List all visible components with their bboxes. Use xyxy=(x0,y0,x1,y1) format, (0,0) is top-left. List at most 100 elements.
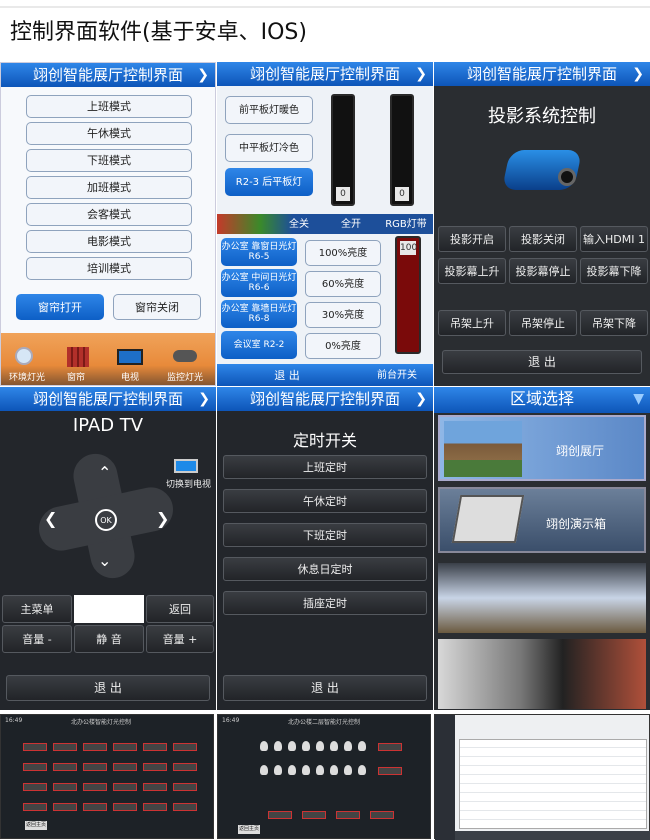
control-button[interactable] xyxy=(113,803,137,811)
control-button[interactable] xyxy=(23,743,47,751)
volume-down-button[interactable]: 音量 - xyxy=(2,625,72,653)
bulb-icon[interactable] xyxy=(260,741,268,751)
bulb-icon[interactable] xyxy=(288,765,296,775)
chevron-right-icon[interactable]: ❯ xyxy=(415,387,427,411)
brightness-button[interactable]: 30%亮度 xyxy=(305,302,381,328)
front-desk-switch[interactable]: 前台开关 xyxy=(367,364,427,386)
timer-item[interactable]: 休息日定时 xyxy=(223,557,427,581)
control-button[interactable] xyxy=(23,763,47,771)
chevron-right-icon[interactable]: ❯ xyxy=(198,387,210,411)
bulb-icon[interactable] xyxy=(330,765,338,775)
mode-button[interactable]: 下班模式 xyxy=(26,149,192,172)
bulb-icon[interactable] xyxy=(344,741,352,751)
bulb-icon[interactable] xyxy=(288,741,296,751)
lamp-icon[interactable] xyxy=(15,347,33,365)
all-off-button[interactable]: 全关 xyxy=(279,214,319,234)
tab-label[interactable]: 窗帘 xyxy=(67,370,85,383)
control-button[interactable] xyxy=(173,803,197,811)
room-button[interactable]: 办公室 靠墙日光灯 R6-8 xyxy=(221,300,297,328)
control-button[interactable] xyxy=(143,763,167,771)
chevron-right-icon[interactable]: ❯ xyxy=(632,62,644,86)
volume-up-button[interactable]: 音量 + xyxy=(146,625,214,653)
control-button[interactable] xyxy=(113,743,137,751)
bulb-icon[interactable] xyxy=(260,765,268,775)
control-button[interactable] xyxy=(113,783,137,791)
control-button[interactable] xyxy=(336,811,360,819)
exit-button[interactable]: 退 出 xyxy=(6,675,210,701)
main-menu-button[interactable]: 主菜单 xyxy=(2,595,72,623)
all-on-button[interactable]: 全开 xyxy=(331,214,371,234)
home-button[interactable]: 返回主页 xyxy=(25,821,47,830)
control-button[interactable] xyxy=(143,743,167,751)
control-button[interactable] xyxy=(143,803,167,811)
projector-control-button[interactable]: 吊架停止 xyxy=(509,310,577,336)
projector-control-button[interactable]: 投影开启 xyxy=(438,226,506,252)
chevron-right-icon[interactable]: ❯ xyxy=(415,62,427,86)
brightness-button[interactable]: 0%亮度 xyxy=(305,333,381,359)
chevron-right-icon[interactable]: ❯ xyxy=(197,63,209,87)
control-button[interactable] xyxy=(370,811,394,819)
control-button[interactable] xyxy=(302,811,326,819)
mode-button[interactable]: 会客模式 xyxy=(26,203,192,226)
mode-button[interactable]: 午休模式 xyxy=(26,122,192,145)
light-button-front-warm[interactable]: 前平板灯暖色 xyxy=(225,96,313,124)
timer-item[interactable]: 午休定时 xyxy=(223,489,427,513)
brightness-button[interactable]: 60%亮度 xyxy=(305,271,381,297)
ok-button[interactable]: OK xyxy=(95,509,117,531)
back-button[interactable]: 返回 xyxy=(146,595,214,623)
area-item-hall[interactable] xyxy=(438,563,646,633)
red-dimmer-slider[interactable]: 100 xyxy=(395,236,421,354)
camera-icon[interactable] xyxy=(173,350,197,362)
rgb-strip-button[interactable]: RGB灯带 xyxy=(381,214,431,234)
exit-button[interactable]: 退 出 xyxy=(267,364,307,386)
curtain-open-button[interactable]: 窗帘打开 xyxy=(16,294,104,320)
control-button[interactable] xyxy=(83,743,107,751)
tab-label[interactable]: 电视 xyxy=(121,370,139,383)
up-arrow-icon[interactable]: ⌃ xyxy=(98,463,111,482)
room-button[interactable]: 办公室 中间日光灯 R6-6 xyxy=(221,269,297,297)
room-button[interactable]: 办公室 靠窗日光灯 R6-5 xyxy=(221,238,297,266)
mute-button[interactable]: 静 音 xyxy=(74,625,144,653)
control-button[interactable] xyxy=(53,763,77,771)
timer-item[interactable]: 下班定时 xyxy=(223,523,427,547)
tab-label[interactable]: 监控灯光 xyxy=(167,370,203,383)
home-button[interactable]: 返回主页 xyxy=(238,825,260,834)
control-button[interactable] xyxy=(53,743,77,751)
control-button[interactable] xyxy=(53,783,77,791)
projector-control-button[interactable]: 投影幕下降 xyxy=(580,258,648,284)
bulb-icon[interactable] xyxy=(316,741,324,751)
curtain-icon[interactable] xyxy=(67,347,89,367)
projector-control-button[interactable]: 投影幕上升 xyxy=(438,258,506,284)
bulb-icon[interactable] xyxy=(302,741,310,751)
control-button[interactable] xyxy=(173,783,197,791)
right-arrow-icon[interactable]: ❯ xyxy=(156,509,169,528)
control-button[interactable] xyxy=(268,811,292,819)
mode-button[interactable]: 电影模式 xyxy=(26,230,192,253)
projector-control-button[interactable]: 投影幕停止 xyxy=(509,258,577,284)
light-button-rear[interactable]: R2-3 后平板灯 xyxy=(225,168,313,196)
control-button[interactable] xyxy=(173,743,197,751)
tab-label[interactable]: 环境灯光 xyxy=(9,370,45,383)
left-arrow-icon[interactable]: ❮ xyxy=(44,509,57,528)
light-button-middle-cool[interactable]: 中平板灯冷色 xyxy=(225,134,313,162)
tv-switch-icon[interactable] xyxy=(174,459,198,473)
timer-item[interactable]: 插座定时 xyxy=(223,591,427,615)
bulb-icon[interactable] xyxy=(316,765,324,775)
bulb-icon[interactable] xyxy=(330,741,338,751)
control-button[interactable] xyxy=(23,803,47,811)
exit-button[interactable]: 退 出 xyxy=(223,675,427,701)
control-button[interactable] xyxy=(23,783,47,791)
mode-button[interactable]: 加班模式 xyxy=(26,176,192,199)
mode-button[interactable]: 上班模式 xyxy=(26,95,192,118)
timer-item[interactable]: 上班定时 xyxy=(223,455,427,479)
control-button[interactable] xyxy=(378,743,402,751)
dimmer-slider-1[interactable]: 0 xyxy=(331,94,355,206)
dimmer-slider-2[interactable]: 0 xyxy=(390,94,414,206)
control-button[interactable] xyxy=(143,783,167,791)
room-button[interactable]: 会议室 R2-2 xyxy=(221,331,297,359)
projector-control-button[interactable]: 投影关闭 xyxy=(509,226,577,252)
projector-control-button[interactable]: 吊架下降 xyxy=(580,310,648,336)
projector-control-button[interactable]: 吊架上升 xyxy=(438,310,506,336)
area-item-gallery[interactable] xyxy=(438,639,646,709)
tv-icon[interactable] xyxy=(117,349,143,365)
